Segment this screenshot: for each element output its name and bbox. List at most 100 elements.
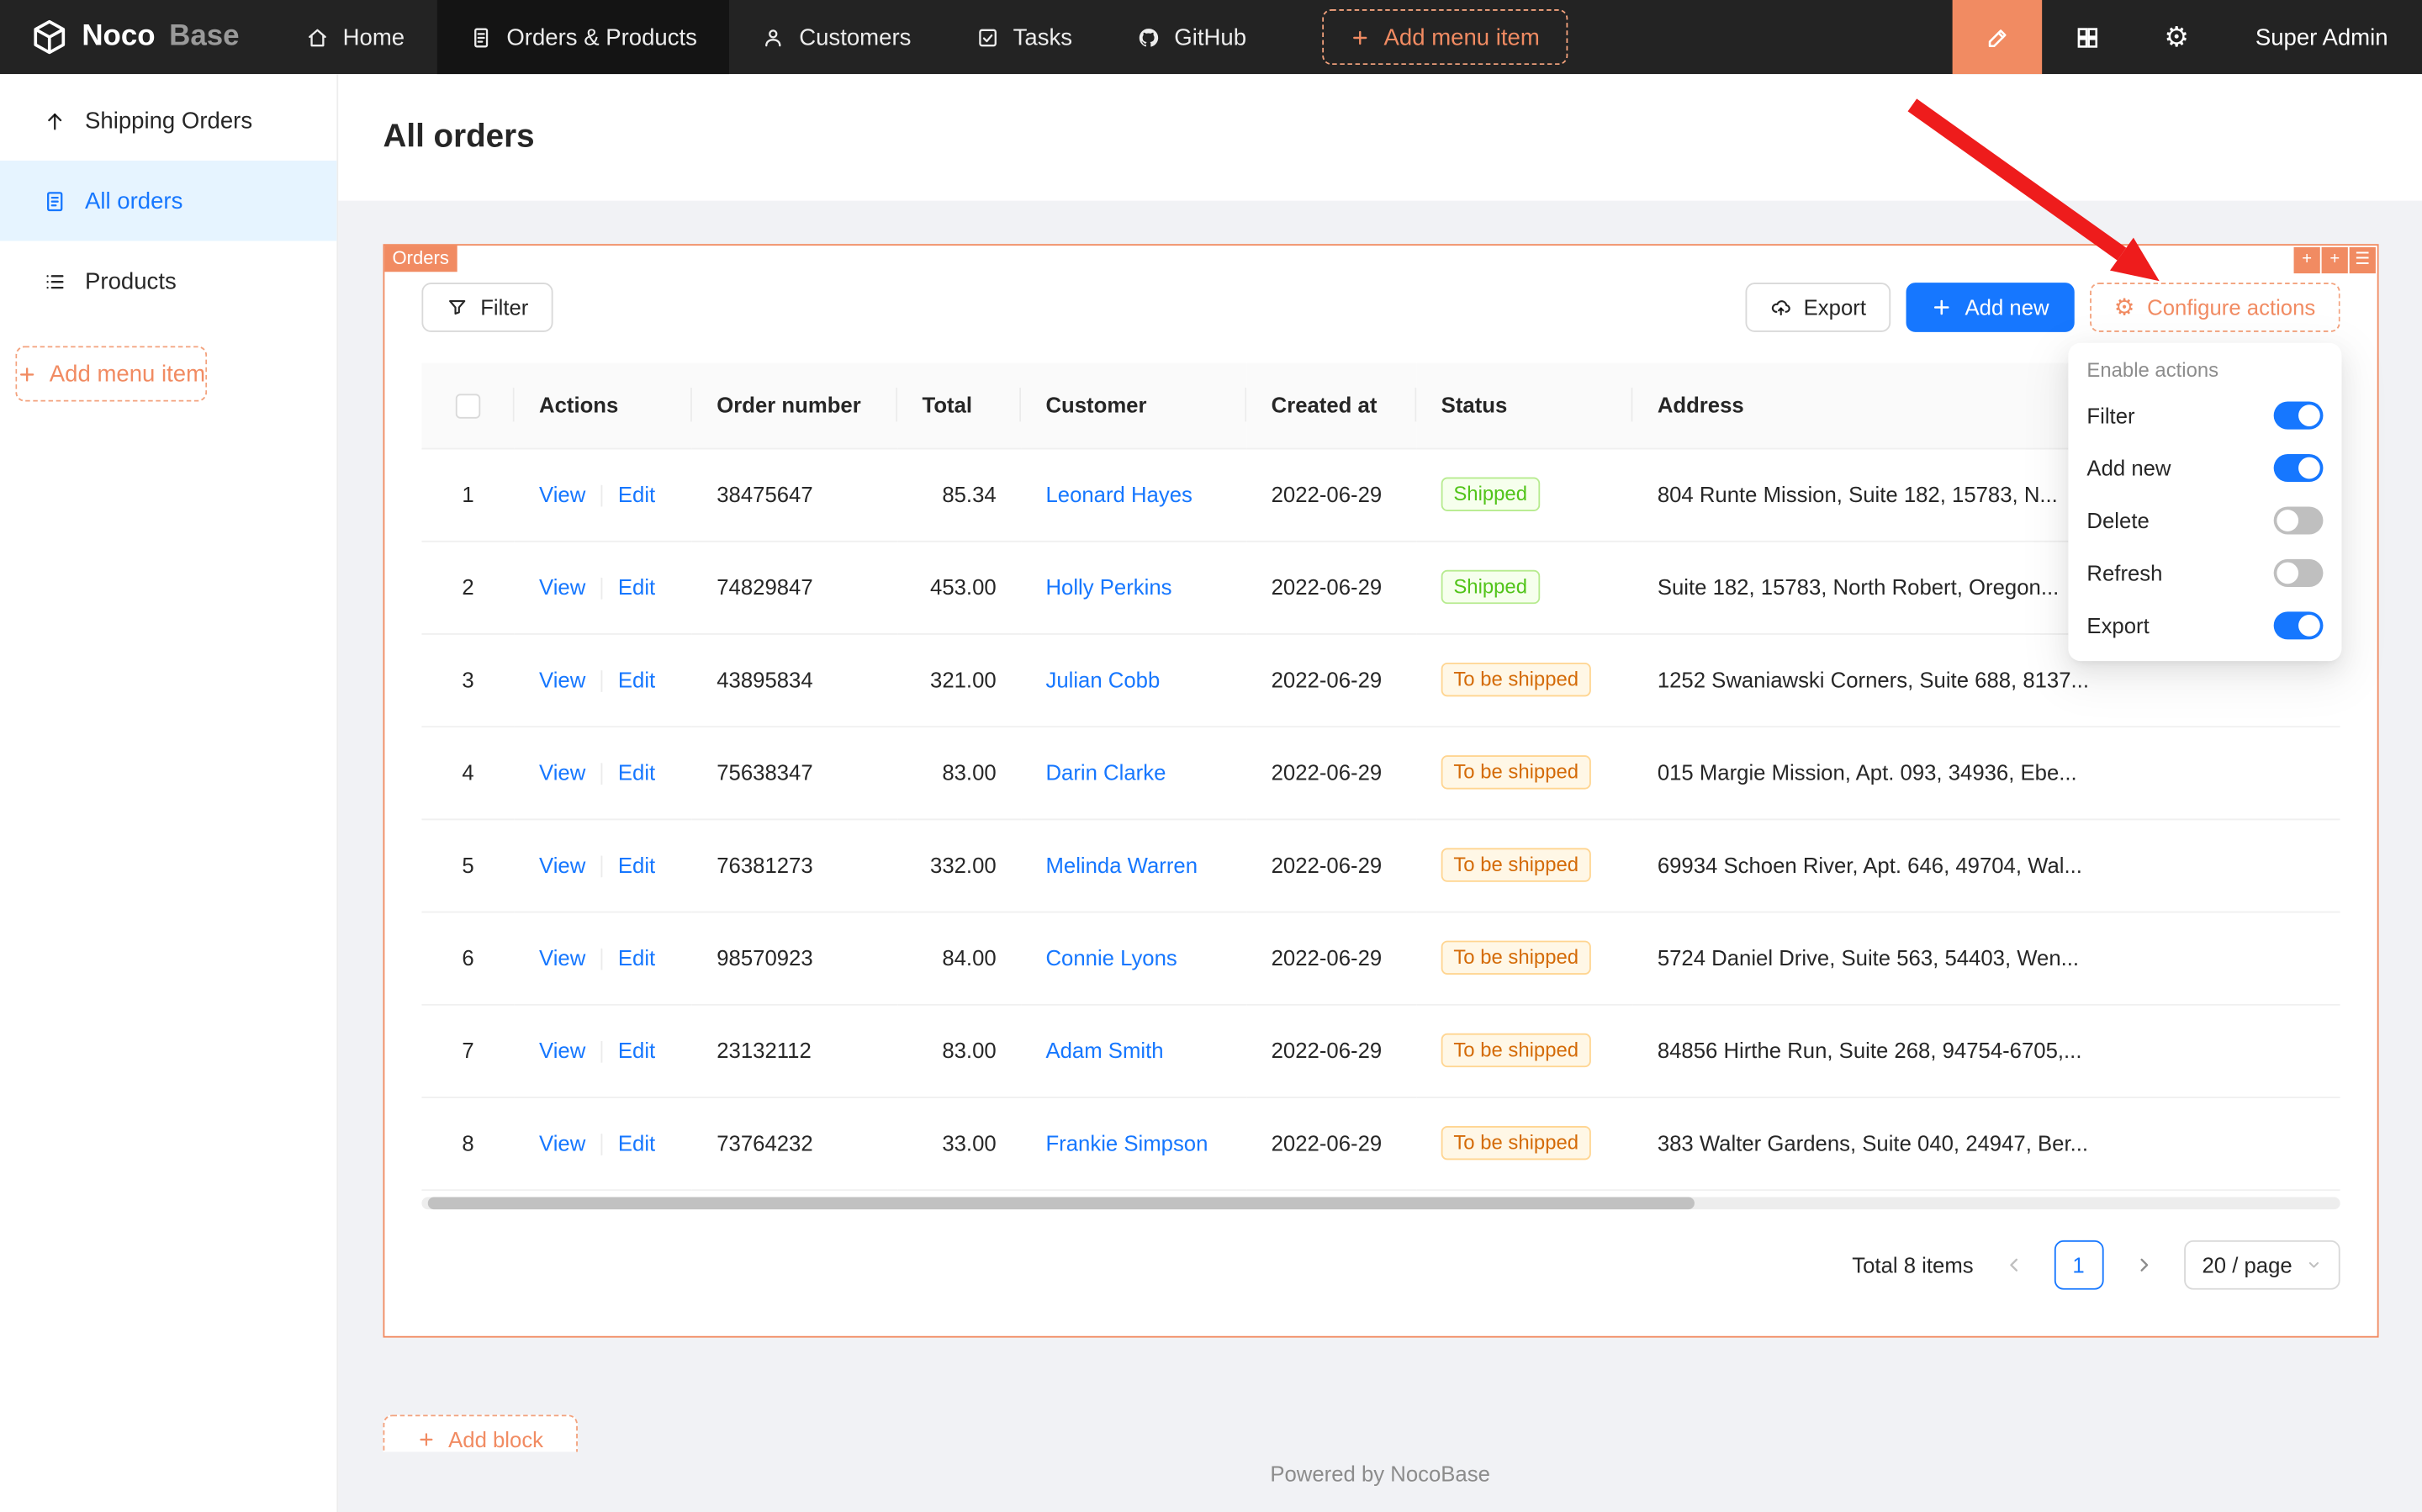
edit-link[interactable]: Edit — [618, 1130, 655, 1155]
divider — [601, 856, 603, 878]
designer-initializer-icon[interactable]: + — [2322, 247, 2348, 273]
sidebar-item-products[interactable]: Products — [0, 241, 336, 322]
divider — [601, 578, 603, 600]
created-at-cell: 2022-06-29 — [1246, 726, 1416, 818]
sidebar-add-menu-item-label: Add menu item — [50, 361, 205, 387]
top-navbar: NocoBase Home Orders & Products Customer… — [0, 0, 2422, 74]
nav-item-orders-products[interactable]: Orders & Products — [437, 0, 730, 74]
select-all-header — [421, 363, 514, 448]
select-all-checkbox[interactable] — [456, 394, 480, 418]
view-link[interactable]: View — [539, 667, 585, 691]
divider — [601, 485, 603, 507]
customer-link[interactable]: Holly Perkins — [1045, 574, 1171, 599]
customer-link[interactable]: Leonard Hayes — [1045, 482, 1192, 506]
table-row: 8 ViewEdit 73764232 33.00 Frankie Simpso… — [421, 1097, 2340, 1189]
current-page-button[interactable]: 1 — [2054, 1240, 2103, 1289]
plus-icon — [1350, 27, 1370, 47]
next-page-button[interactable] — [2118, 1240, 2168, 1289]
customer-link[interactable]: Frankie Simpson — [1045, 1130, 1208, 1155]
filter-button[interactable]: Filter — [421, 283, 553, 332]
switch-knob — [2298, 615, 2320, 637]
view-link[interactable]: View — [539, 1038, 585, 1062]
toggle-switch[interactable] — [2274, 402, 2324, 430]
add-block-button[interactable]: Add block — [383, 1414, 578, 1452]
user-name: Super Admin — [2255, 24, 2388, 50]
page-size-select[interactable]: 20 / page — [2183, 1240, 2340, 1289]
nav-item-home[interactable]: Home — [273, 0, 437, 74]
total-cell: 85.34 — [897, 448, 1021, 541]
customer-link[interactable]: Adam Smith — [1045, 1038, 1163, 1062]
horizontal-scrollbar — [421, 1197, 2340, 1209]
toggle-switch[interactable] — [2274, 559, 2324, 587]
settings-button[interactable]: ⚙ — [2132, 0, 2222, 74]
view-link[interactable]: View — [539, 945, 585, 970]
edit-link[interactable]: Edit — [618, 945, 655, 970]
toggle-switch[interactable] — [2274, 611, 2324, 639]
divider — [601, 670, 603, 692]
status-badge: Shipped — [1441, 570, 1540, 604]
edit-link[interactable]: Edit — [618, 759, 655, 784]
created-at-cell: 2022-06-29 — [1246, 1004, 1416, 1097]
total-cell: 33.00 — [897, 1097, 1021, 1189]
export-button[interactable]: Export — [1745, 283, 1891, 332]
toggle-switch[interactable] — [2274, 454, 2324, 482]
row-index: 1 — [421, 448, 514, 541]
designer-drag-icon[interactable]: + — [2294, 247, 2320, 273]
row-index: 3 — [421, 633, 514, 726]
ui-editor-button[interactable] — [1953, 0, 2043, 74]
view-link[interactable]: View — [539, 574, 585, 599]
customer-link[interactable]: Darin Clarke — [1045, 760, 1166, 785]
customer-link[interactable]: Melinda Warren — [1045, 853, 1198, 877]
nav-item-label: Orders & Products — [506, 24, 697, 50]
toggle-switch[interactable] — [2274, 506, 2324, 534]
nav-item-customers[interactable]: Customers — [730, 0, 944, 74]
sidebar-item-shipping-orders[interactable]: Shipping Orders — [0, 81, 336, 161]
highlighter-icon — [1984, 24, 2010, 50]
add-new-button[interactable]: Add new — [1906, 283, 2074, 332]
designer-menu-icon[interactable]: ☰ — [2350, 247, 2376, 273]
block-collection-tag: Orders — [384, 246, 457, 272]
prev-page-button[interactable] — [1989, 1240, 2039, 1289]
view-link[interactable]: View — [539, 482, 585, 506]
customer-cell: Julian Cobb — [1021, 633, 1246, 726]
enable-action-label: Filter — [2086, 403, 2134, 427]
github-icon — [1137, 25, 1161, 49]
customer-cell: Adam Smith — [1021, 1004, 1246, 1097]
edit-link[interactable]: Edit — [618, 1038, 655, 1062]
page-footer: Powered by NocoBase — [338, 1452, 2422, 1512]
chevron-down-icon — [2306, 1256, 2321, 1271]
customer-link[interactable]: Julian Cobb — [1045, 667, 1160, 691]
view-link[interactable]: View — [539, 853, 585, 877]
nav-item-tasks[interactable]: Tasks — [944, 0, 1105, 74]
plus-icon — [1931, 297, 1953, 319]
status-badge: Shipped — [1441, 478, 1540, 511]
edit-link[interactable]: Edit — [618, 574, 655, 599]
table-row: 1 ViewEdit 38475647 85.34 Leonard Hayes … — [421, 448, 2340, 541]
scrollbar-thumb[interactable] — [428, 1197, 1695, 1209]
nav-add-menu-item-button[interactable]: Add menu item — [1322, 9, 1568, 65]
customer-link[interactable]: Connie Lyons — [1045, 945, 1177, 970]
plugins-button[interactable] — [2042, 0, 2132, 74]
nav-item-github[interactable]: GitHub — [1105, 0, 1279, 74]
orders-icon — [469, 25, 493, 49]
created-at-cell: 2022-06-29 — [1246, 912, 1416, 1004]
page-size-value: 20 / page — [2202, 1252, 2292, 1277]
main-area: All orders Orders + + ☰ — [338, 74, 2422, 1512]
sidebar-item-all-orders[interactable]: All orders — [0, 161, 336, 241]
nav-add-menu-item-label: Add menu item — [1384, 24, 1540, 50]
configure-actions-label: Configure actions — [2147, 295, 2315, 320]
view-link[interactable]: View — [539, 1130, 585, 1155]
row-actions-cell: View Edit — [515, 818, 692, 911]
pagination-total: Total 8 items — [1852, 1252, 1973, 1277]
edit-link[interactable]: Edit — [618, 482, 655, 506]
edit-link[interactable]: Edit — [618, 853, 655, 877]
edit-link[interactable]: Edit — [618, 667, 655, 691]
user-menu[interactable]: Super Admin — [2221, 0, 2422, 74]
nocobase-logo[interactable]: NocoBase — [0, 0, 273, 74]
view-link[interactable]: View — [539, 759, 585, 784]
enable-action-item: Delete — [2068, 494, 2341, 547]
status-badge: To be shipped — [1441, 755, 1591, 789]
configure-actions-button[interactable]: ⚙ Configure actions — [2089, 283, 2340, 332]
sidebar-add-menu-item-button[interactable]: Add menu item — [15, 346, 207, 401]
status-cell: To be shipped — [1416, 818, 1632, 911]
